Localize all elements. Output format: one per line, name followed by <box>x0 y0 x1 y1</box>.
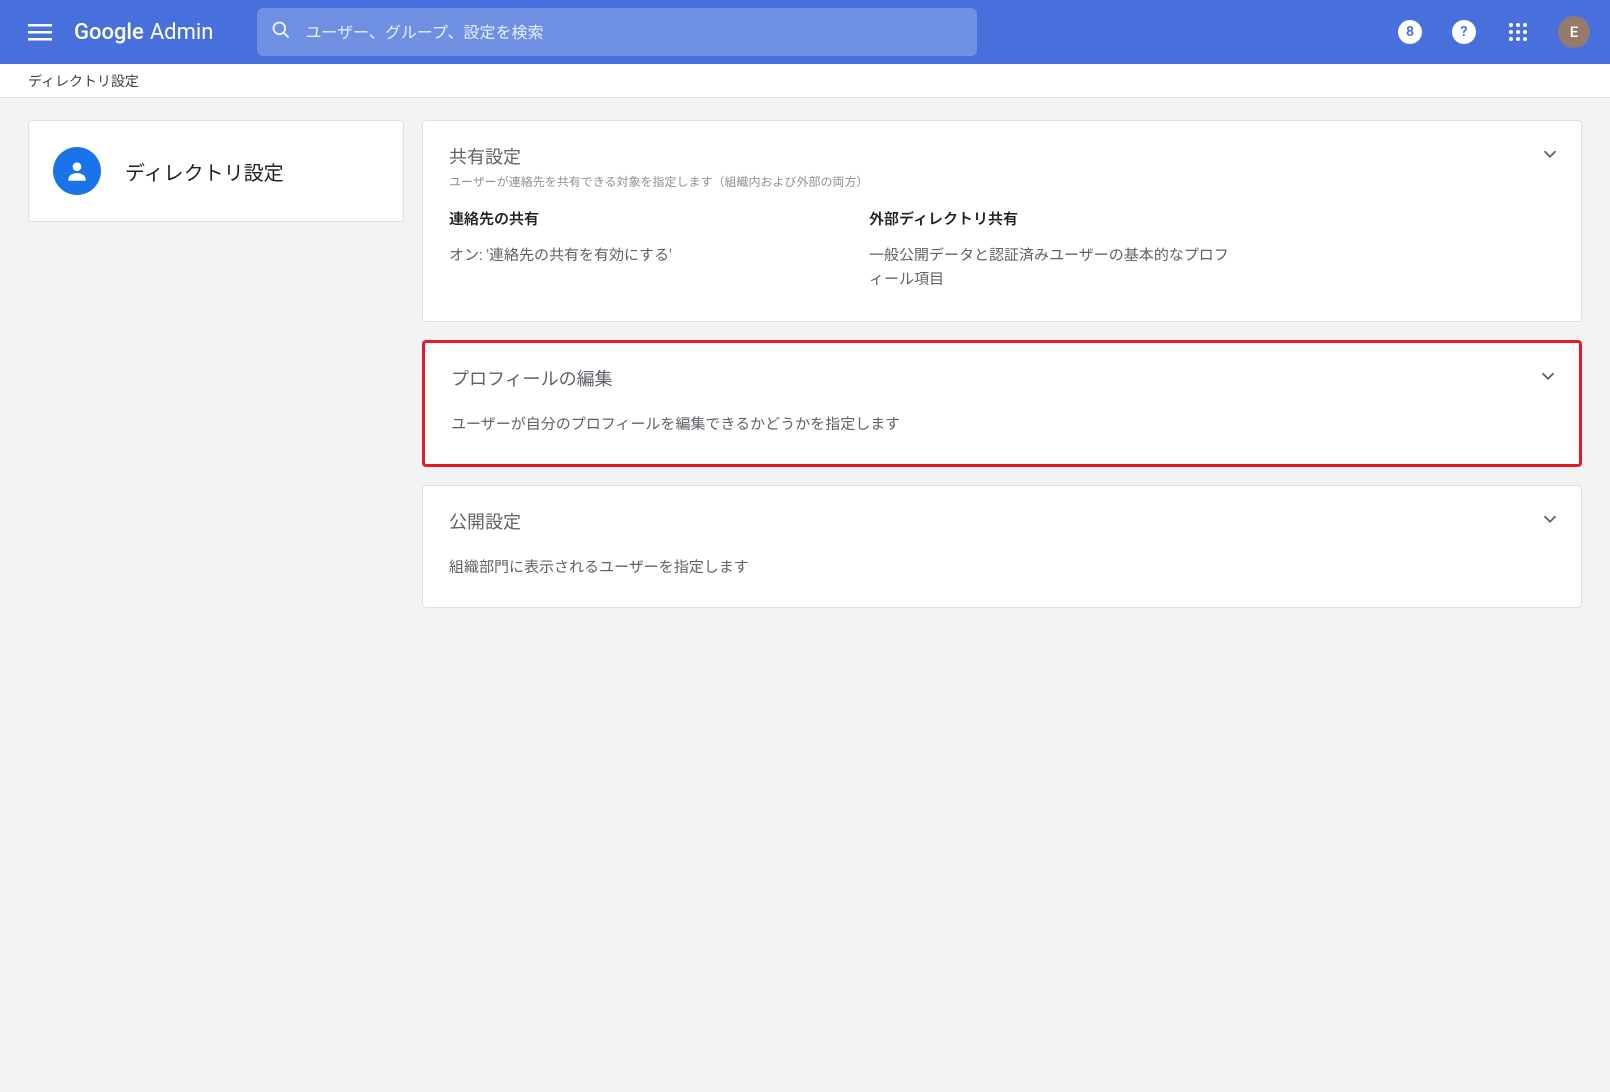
help-button[interactable]: ? <box>1444 12 1484 52</box>
logo-admin-text: Admin <box>150 20 214 45</box>
share-expand-button[interactable] <box>1539 143 1561 169</box>
app-header: Google Admin 8 ? E <box>0 0 1610 64</box>
search-box[interactable] <box>257 8 977 56</box>
chevron-down-icon <box>1537 365 1559 387</box>
notifications-icon: 8 <box>1398 20 1422 44</box>
apps-button[interactable] <box>1498 12 1538 52</box>
visibility-settings-desc: 組織部門に表示されるユーザーを指定します <box>449 556 1555 577</box>
share-settings-row: 連絡先の共有 オン: '連絡先の共有を有効にする' 外部ディレクトリ共有 一般公… <box>449 208 1555 291</box>
apps-icon <box>1508 22 1528 42</box>
content-area: ディレクトリ設定 共有設定 ユーザーが連絡先を共有できる対象を指定します（組織内… <box>0 98 1610 630</box>
logo-google-text: Google <box>74 20 144 45</box>
share-settings-card[interactable]: 共有設定 ユーザーが連絡先を共有できる対象を指定します（組織内および外部の両方）… <box>422 120 1582 322</box>
profile-edit-expand-button[interactable] <box>1537 365 1559 391</box>
profile-edit-title: プロフィールの編集 <box>451 365 1553 391</box>
search-input[interactable] <box>305 23 963 42</box>
share-settings-subtitle: ユーザーが連絡先を共有できる対象を指定します（組織内および外部の両方） <box>449 173 1555 190</box>
external-sharing-title: 外部ディレクトリ共有 <box>869 208 1229 229</box>
external-sharing-status: 一般公開データと認証済みユーザーの基本的なプロフィール項目 <box>869 243 1229 291</box>
share-settings-title: 共有設定 <box>449 143 1555 169</box>
external-sharing-block: 外部ディレクトリ共有 一般公開データと認証済みユーザーの基本的なプロフィール項目 <box>869 208 1229 291</box>
contact-sharing-title: 連絡先の共有 <box>449 208 809 229</box>
account-avatar[interactable]: E <box>1558 16 1590 48</box>
profile-edit-card[interactable]: プロフィールの編集 ユーザーが自分のプロフィールを編集できるかどうかを指定します <box>422 340 1582 467</box>
breadcrumb-text: ディレクトリ設定 <box>28 71 139 91</box>
logo[interactable]: Google Admin <box>74 20 213 45</box>
chevron-down-icon <box>1539 508 1561 530</box>
contact-sharing-block: 連絡先の共有 オン: '連絡先の共有を有効にする' <box>449 208 809 291</box>
search-icon <box>271 20 291 44</box>
hamburger-icon <box>28 20 52 44</box>
person-icon <box>53 147 101 195</box>
visibility-expand-button[interactable] <box>1539 508 1561 534</box>
visibility-settings-title: 公開設定 <box>449 508 1555 534</box>
notifications-button[interactable]: 8 <box>1390 12 1430 52</box>
breadcrumb-bar: ディレクトリ設定 <box>0 64 1610 98</box>
menu-button[interactable] <box>20 12 60 52</box>
visibility-settings-card[interactable]: 公開設定 組織部門に表示されるユーザーを指定します <box>422 485 1582 608</box>
help-icon: ? <box>1452 20 1476 44</box>
chevron-down-icon <box>1539 143 1561 165</box>
directory-settings-card[interactable]: ディレクトリ設定 <box>28 120 404 222</box>
contact-sharing-status: オン: '連絡先の共有を有効にする' <box>449 243 809 267</box>
settings-list: 共有設定 ユーザーが連絡先を共有できる対象を指定します（組織内および外部の両方）… <box>422 120 1582 608</box>
directory-settings-title: ディレクトリ設定 <box>125 157 284 186</box>
profile-edit-desc: ユーザーが自分のプロフィールを編集できるかどうかを指定します <box>451 413 1553 434</box>
